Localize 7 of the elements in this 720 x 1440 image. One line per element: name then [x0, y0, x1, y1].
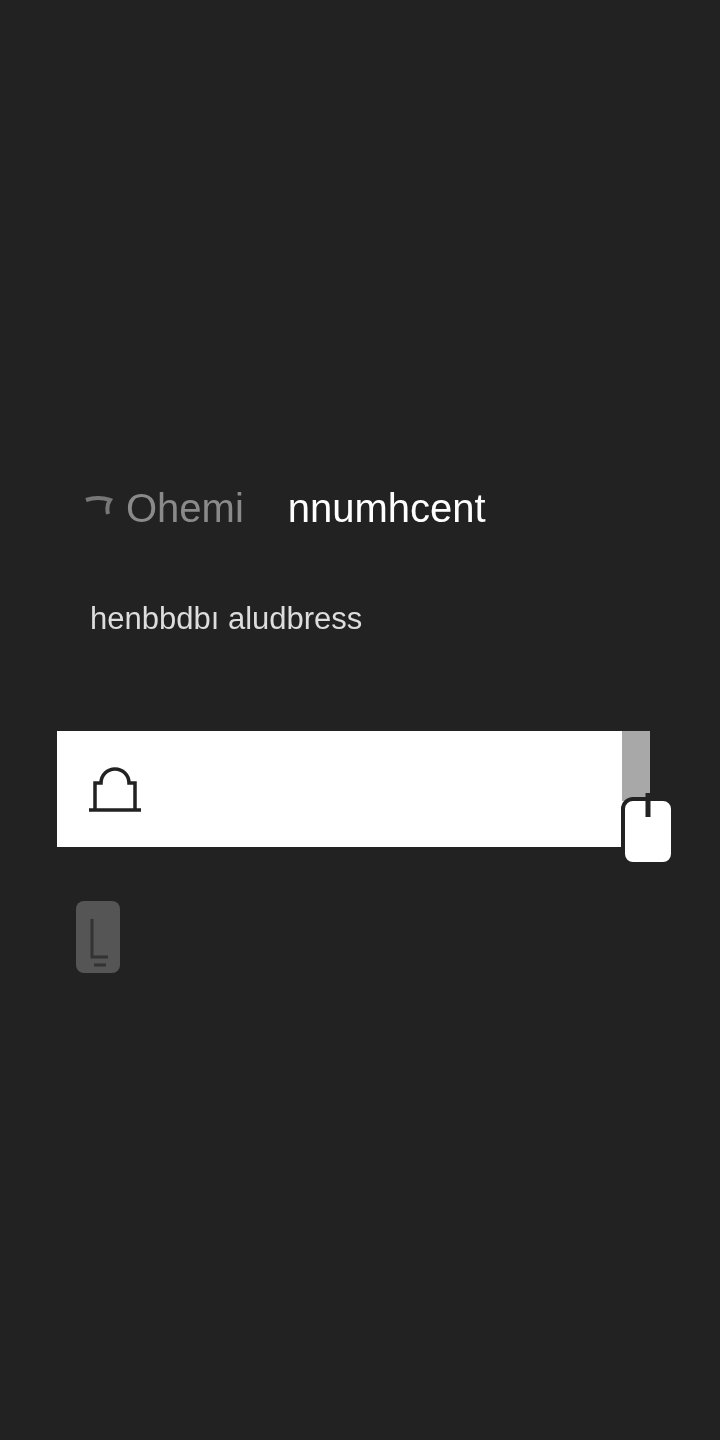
scrollbar[interactable]	[622, 730, 650, 801]
value-text: nnumhcent	[287, 485, 486, 532]
lock-icon	[87, 764, 143, 813]
phone-icon	[74, 898, 122, 975]
input-field[interactable]	[57, 730, 650, 847]
subtitle-text: henbbdbı aludbress	[90, 601, 363, 636]
label-text: Ohemi	[126, 485, 244, 532]
